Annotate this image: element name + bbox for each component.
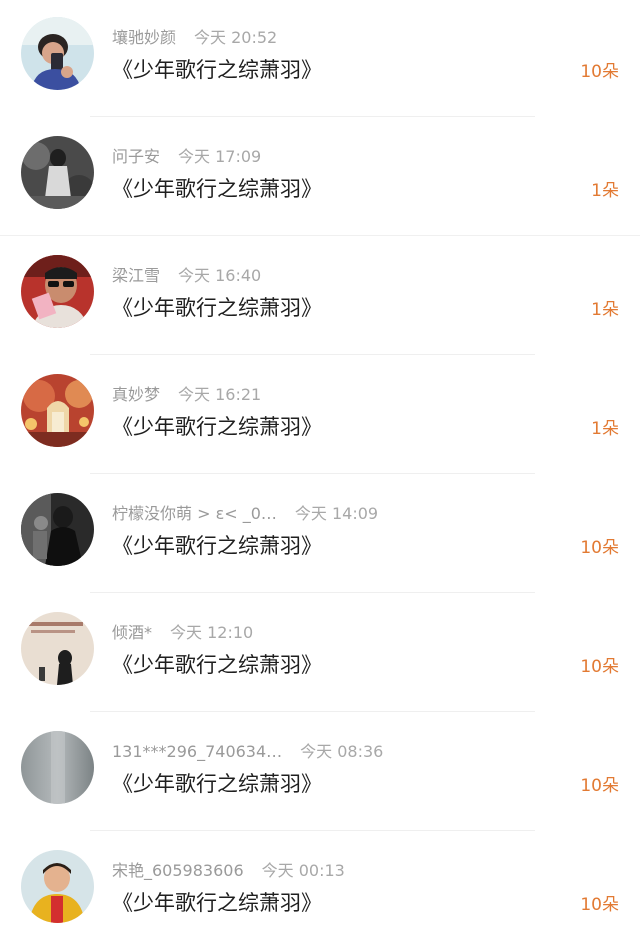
list-item[interactable]: 梁江雪 今天 16:40 《少年歌行之综萧羽》 1朵 [0,238,640,357]
timestamp: 今天 00:13 [261,861,345,880]
avatar[interactable] [21,493,94,566]
user-name[interactable]: 倾酒* [112,621,152,645]
divider [0,235,640,236]
list-item[interactable]: 柠檬没你萌 > ε< _0… 今天 14:09 《少年歌行之综萧羽》 10朵 [0,476,640,595]
avatar[interactable] [21,255,94,328]
avatar-image [21,731,94,804]
user-name[interactable]: 131***296_740634… [112,740,282,764]
list-item[interactable]: 倾酒* 今天 12:10 《少年歌行之综萧羽》 10朵 [0,595,640,714]
book-title[interactable]: 《少年歌行之综萧羽》 [112,650,322,680]
user-name[interactable]: 宋艳_605983606 [112,859,244,883]
gift-list: 壤驰妙颜 今天 20:52 《少年歌行之综萧羽》 10朵 问子安 今天 17:09 … [0,0,640,949]
flower-count: 1朵 [591,419,619,439]
user-name[interactable]: 问子安 [112,145,160,169]
timestamp: 今天 12:10 [170,623,254,642]
book-title[interactable]: 《少年歌行之综萧羽》 [112,412,322,442]
avatar-image [21,255,94,328]
timestamp: 今天 08:36 [300,742,384,761]
avatar[interactable] [21,374,94,447]
list-item[interactable]: 壤驰妙颜 今天 20:52 《少年歌行之综萧羽》 10朵 [0,0,640,119]
book-title[interactable]: 《少年歌行之综萧羽》 [112,531,322,561]
list-item[interactable]: 真妙梦 今天 16:21 《少年歌行之综萧羽》 1朵 [0,357,640,476]
list-item[interactable]: 问子安 今天 17:09 《少年歌行之综萧羽》 1朵 [0,119,640,238]
avatar-image [21,850,94,923]
book-title[interactable]: 《少年歌行之综萧羽》 [112,769,322,799]
flower-count: 1朵 [591,181,619,201]
avatar-image [21,136,94,209]
flower-count: 10朵 [580,657,619,677]
book-title[interactable]: 《少年歌行之综萧羽》 [112,888,322,918]
flower-count: 10朵 [580,62,619,82]
avatar-image [21,374,94,447]
flower-count: 10朵 [580,776,619,796]
avatar-image [21,493,94,566]
timestamp: 今天 16:21 [178,385,262,404]
divider [90,592,535,593]
book-title[interactable]: 《少年歌行之综萧羽》 [112,174,322,204]
user-name[interactable]: 柠檬没你萌 > ε< _0… [112,502,277,526]
flower-count: 10朵 [580,538,619,558]
avatar[interactable] [21,136,94,209]
timestamp: 今天 14:09 [294,504,379,523]
avatar-image [21,612,94,685]
timestamp: 今天 16:40 [178,266,262,285]
flower-count: 10朵 [580,895,619,915]
user-name[interactable]: 真妙梦 [112,383,160,407]
user-name[interactable]: 壤驰妙颜 [112,26,176,50]
list-item[interactable]: 131***296_740634… 今天 08:36 《少年歌行之综萧羽》 10朵 [0,714,640,833]
book-title[interactable]: 《少年歌行之综萧羽》 [112,55,322,85]
divider [90,830,535,831]
avatar-image [21,17,94,90]
timestamp: 今天 20:52 [194,28,278,47]
list-item[interactable]: 宋艳_605983606 今天 00:13 《少年歌行之综萧羽》 10朵 [0,833,640,952]
book-title[interactable]: 《少年歌行之综萧羽》 [112,293,322,323]
avatar[interactable] [21,612,94,685]
divider [90,116,535,117]
divider [90,354,535,355]
avatar[interactable] [21,850,94,923]
flower-count: 1朵 [591,300,619,320]
avatar[interactable] [21,17,94,90]
divider [90,711,535,712]
divider [90,473,535,474]
timestamp: 今天 17:09 [178,147,262,166]
avatar[interactable] [21,731,94,804]
user-name[interactable]: 梁江雪 [112,264,160,288]
